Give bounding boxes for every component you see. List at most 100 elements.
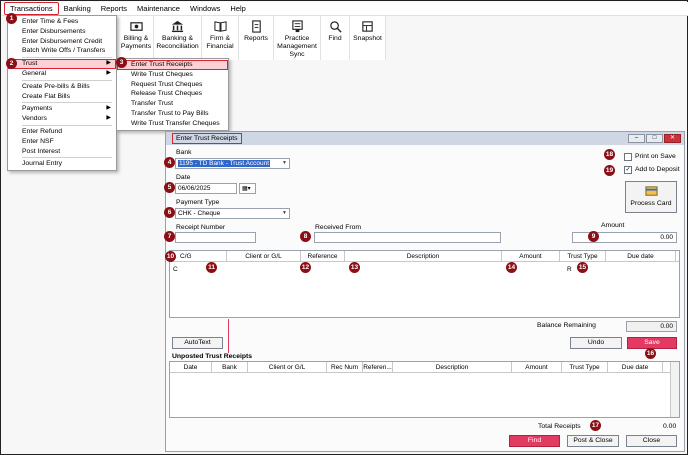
toolbar-banking-button[interactable]: Banking & Reconciliation [154,16,202,60]
menu-separator [22,57,112,59]
payment-type-select[interactable]: CHK - Cheque ▼ [175,208,290,219]
column-header[interactable]: Reference [301,251,345,262]
maximize-button[interactable]: □ [646,134,663,143]
process-card-button[interactable]: Process Card [625,181,677,213]
submenu-item-write-trust-transfer-cheques[interactable]: Write Trust Transfer Cheques [117,119,228,129]
column-header[interactable]: Referen... [363,362,393,373]
column-header[interactable]: C/G [170,251,227,262]
amount-label: Amount [601,222,625,229]
process-card-label: Process Card [630,200,672,207]
report-icon [251,20,261,33]
toolbar-reports-button[interactable]: Reports [239,16,274,60]
find-button[interactable]: Find [509,435,560,447]
column-header[interactable]: Due date [606,251,676,262]
menu-item-enter-refund[interactable]: Enter Refund [8,127,116,137]
column-header[interactable]: Bank [212,362,248,373]
menu-item-label: Journal Entry [22,160,63,168]
column-header[interactable]: Description [345,251,502,262]
bank-select[interactable]: 1195 - TD Bank - Trust Account ▼ [175,158,290,169]
submenu-item-transfer-trust[interactable]: Transfer Trust [117,99,228,109]
search-icon [329,21,342,33]
submenu-item-request-trust-cheques[interactable]: Request Trust Cheques [117,80,228,90]
menu-item-journal-entry[interactable]: Journal Entry [8,159,116,169]
toolbar-pm-sync-button[interactable]: Practice Management Sync [274,16,321,60]
unposted-receipts-label: Unposted Trust Receipts [172,353,253,360]
menu-item-create-pre-bills-bills[interactable]: Create Pre-bills & Bills [8,82,116,92]
menu-windows[interactable]: Windows [185,2,225,16]
column-header[interactable]: Amount [512,362,562,373]
column-header[interactable]: Description [393,362,512,373]
menu-item-payments[interactable]: Payments ▶ [8,104,116,114]
grid-header: C/G Client or G/L Reference Description Amou… [170,251,679,262]
post-close-button[interactable]: Post & Close [567,435,619,447]
menu-help[interactable]: Help [225,2,250,16]
menu-item-label: Create Flat Bills [22,92,70,100]
column-header[interactable]: Trust Type [562,362,608,373]
menu-item-enter-nsf[interactable]: Enter NSF [8,137,116,147]
menu-item-enter-disbursements[interactable]: Enter Disbursements [8,27,116,37]
submenu-item-enter-trust-receipts[interactable]: Enter Trust Receipts [117,60,228,70]
toolbar-label: Banking & Reconciliation [156,35,199,50]
column-header[interactable]: Amount [502,251,560,262]
menu-item-batch-write-offs-transfers[interactable]: Batch Write Offs / Transfers [8,46,116,56]
toolbar-label: Reports [244,35,268,42]
menu-item-post-interest[interactable]: Post Interest [8,147,116,157]
book-icon [213,21,227,32]
step-badge: 5 [164,182,175,193]
toolbar-find-button[interactable]: Find [321,16,350,60]
print-on-save-checkbox[interactable] [624,153,632,161]
menu-item-label: Trust [22,60,38,68]
payment-type-label: Payment Type [176,199,220,206]
menu-item-create-flat-bills[interactable]: Create Flat Bills [8,92,116,102]
autotext-button[interactable]: AutoText [172,337,223,349]
toolbar-firm-button[interactable]: Firm & Financial [202,16,239,60]
step-badge: 13 [349,262,360,273]
column-header[interactable]: Client or G/L [248,362,327,373]
close-button[interactable]: Close [626,435,677,447]
column-header[interactable]: Client or G/L [227,251,301,262]
row-cg-cell[interactable]: C [173,266,178,273]
menu-item-trust[interactable]: Trust ▶ [8,59,116,69]
minimize-button[interactable]: – [628,134,645,143]
snapshot-icon [362,21,373,32]
unposted-scrollbar[interactable] [670,362,679,417]
save-button[interactable]: Save [627,337,677,349]
menu-item-label: Batch Write Offs / Transfers [22,47,106,55]
chevron-right-icon: ▶ [106,60,111,67]
add-to-deposit-checkbox[interactable]: ✓ [624,166,632,174]
close-window-button[interactable]: ✕ [664,134,681,143]
menu-item-general[interactable]: General ▶ [8,69,116,79]
submenu-item-release-trust-cheques[interactable]: Release Trust Cheques [117,89,228,99]
step-badge: 6 [164,207,175,218]
toolbar-label: Billing & Payments [120,35,152,50]
step-badge: 18 [604,149,615,160]
menu-item-enter-time-fees[interactable]: Enter Time & Fees [8,17,116,27]
receipt-number-input[interactable] [175,232,256,243]
menu-item-label: Vendors [22,115,47,123]
bank-icon [171,20,184,33]
row-trust-type-cell[interactable]: R [567,266,572,273]
column-header[interactable]: Rec Num [327,362,363,373]
menu-item-vendors[interactable]: Vendors ▶ [8,114,116,124]
column-header[interactable]: Date [170,362,212,373]
chevron-right-icon: ▶ [106,115,111,122]
unposted-receipts-grid: Date Bank Client or G/L Rec Num Referen... De… [169,361,680,418]
column-header[interactable]: Trust Type [560,251,606,262]
date-input[interactable]: 06/06/2025 [175,183,237,194]
unposted-grid-header: Date Bank Client or G/L Rec Num Referen... De… [170,362,679,373]
toolbar-billing-button[interactable]: Billing & Payments [119,16,154,60]
menu-item-enter-disbursement-credit[interactable]: Enter Disbursement Credit [8,37,116,47]
date-label: Date [176,174,191,181]
calendar-button[interactable]: ▦▾ [239,183,256,194]
submenu-item-transfer-trust-to-pay-bills[interactable]: Transfer Trust to Pay Bills [117,109,228,119]
received-from-input[interactable] [314,232,501,243]
submenu-item-write-trust-cheques[interactable]: Write Trust Cheques [117,70,228,80]
menu-reports[interactable]: Reports [96,2,132,16]
undo-button[interactable]: Undo [570,337,622,349]
sync-icon [291,20,303,33]
column-header[interactable]: Due date [608,362,663,373]
menu-maintenance[interactable]: Maintenance [132,2,185,16]
menu-separator [22,157,112,159]
menu-banking[interactable]: Banking [59,2,96,16]
toolbar-snapshot-button[interactable]: Snapshot [350,16,386,60]
